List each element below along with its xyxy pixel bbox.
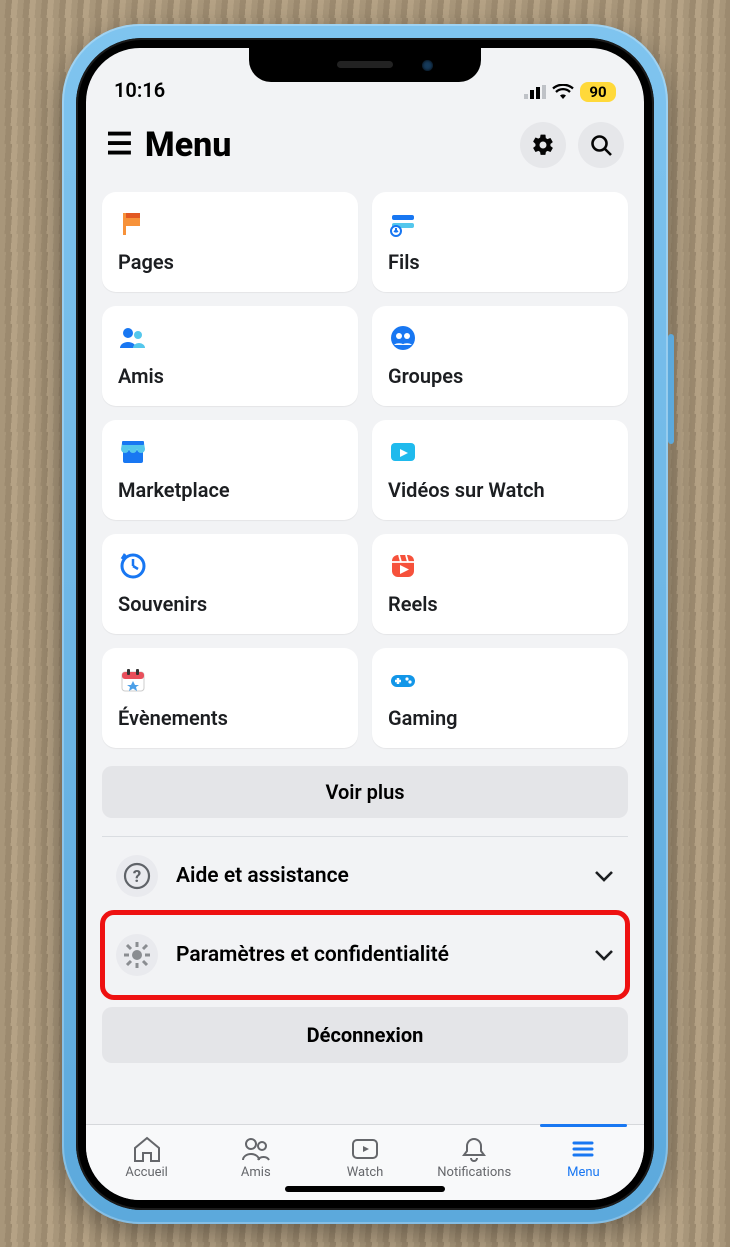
shortcut-memories[interactable]: Souvenirs xyxy=(102,534,358,634)
shortcut-label: Évènements xyxy=(118,706,342,730)
wifi-icon xyxy=(552,84,574,100)
row-help[interactable]: ? Aide et assistance xyxy=(102,837,628,916)
shortcut-label: Marketplace xyxy=(118,478,342,502)
row-settings[interactable]: Paramètres et confidentialité xyxy=(102,916,628,995)
menu-icon xyxy=(529,1133,638,1165)
reels-icon xyxy=(388,550,612,582)
tab-friends[interactable]: Amis xyxy=(201,1133,310,1180)
friends-icon xyxy=(118,322,342,354)
store-icon xyxy=(118,436,342,468)
shortcut-reels[interactable]: Reels xyxy=(372,534,628,634)
shortcut-label: Souvenirs xyxy=(118,592,342,616)
row-label: Aide et assistance xyxy=(176,864,576,888)
search-icon xyxy=(589,133,613,157)
watch-icon xyxy=(310,1133,419,1165)
tab-label: Accueil xyxy=(92,1165,201,1180)
shortcut-label: Groupes xyxy=(388,364,612,388)
shortcut-pages[interactable]: Pages xyxy=(102,192,358,292)
shortcut-label: Reels xyxy=(388,592,612,616)
help-icon: ? xyxy=(116,855,158,897)
friends-icon xyxy=(201,1133,310,1165)
main-content: Pages Fils Amis Groupes Marketplace Vidé… xyxy=(86,192,644,1124)
tab-menu[interactable]: Menu xyxy=(529,1133,638,1180)
gaming-icon xyxy=(388,664,612,696)
row-label: Paramètres et confidentialité xyxy=(176,943,576,967)
shortcut-marketplace[interactable]: Marketplace xyxy=(102,420,358,520)
signal-icon xyxy=(524,85,546,99)
shortcut-label: Pages xyxy=(118,250,342,274)
tab-label: Menu xyxy=(529,1165,638,1180)
shortcut-grid: Pages Fils Amis Groupes Marketplace Vidé… xyxy=(102,192,628,748)
home-icon xyxy=(92,1133,201,1165)
see-more-button[interactable]: Voir plus xyxy=(102,766,628,818)
shortcut-feeds[interactable]: Fils xyxy=(372,192,628,292)
settings-icon xyxy=(116,934,158,976)
watch-icon xyxy=(388,436,612,468)
front-camera xyxy=(422,60,433,71)
status-time: 10:16 xyxy=(114,78,165,102)
tab-watch[interactable]: Watch xyxy=(310,1133,419,1180)
search-button[interactable] xyxy=(578,122,624,168)
shortcut-friends[interactable]: Amis xyxy=(102,306,358,406)
menu-rows: ? Aide et assistance Paramètres et confi… xyxy=(102,836,628,995)
chevron-down-icon xyxy=(594,869,614,883)
flag-icon xyxy=(118,208,342,240)
gear-icon xyxy=(531,133,555,157)
screen: 10:16 90 ☰ Menu xyxy=(86,48,644,1200)
tab-home[interactable]: Accueil xyxy=(92,1133,201,1180)
feeds-icon xyxy=(388,208,612,240)
shortcut-watch[interactable]: Vidéos sur Watch xyxy=(372,420,628,520)
home-indicator xyxy=(285,1186,445,1192)
shortcut-label: Amis xyxy=(118,364,342,388)
battery-indicator: 90 xyxy=(580,82,616,102)
groups-icon xyxy=(388,322,612,354)
shortcut-label: Vidéos sur Watch xyxy=(388,478,612,502)
logout-button[interactable]: Déconnexion xyxy=(102,1007,628,1063)
shortcut-events[interactable]: Évènements xyxy=(102,648,358,748)
chevron-down-icon xyxy=(594,948,614,962)
notifications-icon xyxy=(420,1133,529,1165)
page-title: Menu xyxy=(145,125,508,165)
phone-bezel: 10:16 90 ☰ Menu xyxy=(76,38,654,1210)
svg-text:?: ? xyxy=(133,867,141,887)
clock-icon xyxy=(118,550,342,582)
tab-label: Amis xyxy=(201,1165,310,1180)
hamburger-icon: ☰ xyxy=(106,130,133,160)
settings-button[interactable] xyxy=(520,122,566,168)
shortcut-label: Gaming xyxy=(388,706,612,730)
events-icon xyxy=(118,664,342,696)
shortcut-gaming[interactable]: Gaming xyxy=(372,648,628,748)
tab-label: Watch xyxy=(310,1165,419,1180)
phone-frame: 10:16 90 ☰ Menu xyxy=(62,24,668,1224)
notch xyxy=(249,48,481,82)
shortcut-label: Fils xyxy=(388,250,612,274)
shortcut-groups[interactable]: Groupes xyxy=(372,306,628,406)
tab-notifications[interactable]: Notifications xyxy=(420,1133,529,1180)
speaker xyxy=(337,61,393,68)
tab-label: Notifications xyxy=(420,1165,529,1180)
page-header: ☰ Menu xyxy=(86,104,644,192)
